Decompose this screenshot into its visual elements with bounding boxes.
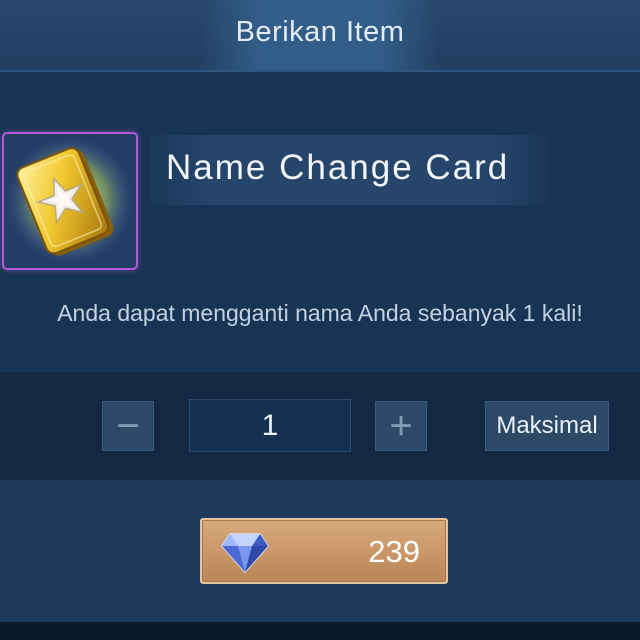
- decrease-quantity-button[interactable]: −: [102, 401, 154, 451]
- quantity-input[interactable]: 1: [189, 399, 351, 452]
- item-description: Anda dapat mengganti nama Anda sebanyak …: [57, 300, 583, 326]
- item-name: Name Change Card: [166, 148, 510, 187]
- diamond-icon: [220, 530, 270, 579]
- increase-quantity-button[interactable]: +: [375, 401, 427, 451]
- dialog-title: Berikan Item: [235, 16, 405, 48]
- dialog-header: Berikan Item: [0, 0, 640, 72]
- name-change-card-icon: [2, 132, 138, 270]
- max-quantity-button[interactable]: Maksimal: [485, 401, 609, 451]
- price-label: 239: [368, 534, 420, 569]
- buy-button[interactable]: 239: [200, 518, 448, 584]
- bottom-strip: [0, 622, 640, 640]
